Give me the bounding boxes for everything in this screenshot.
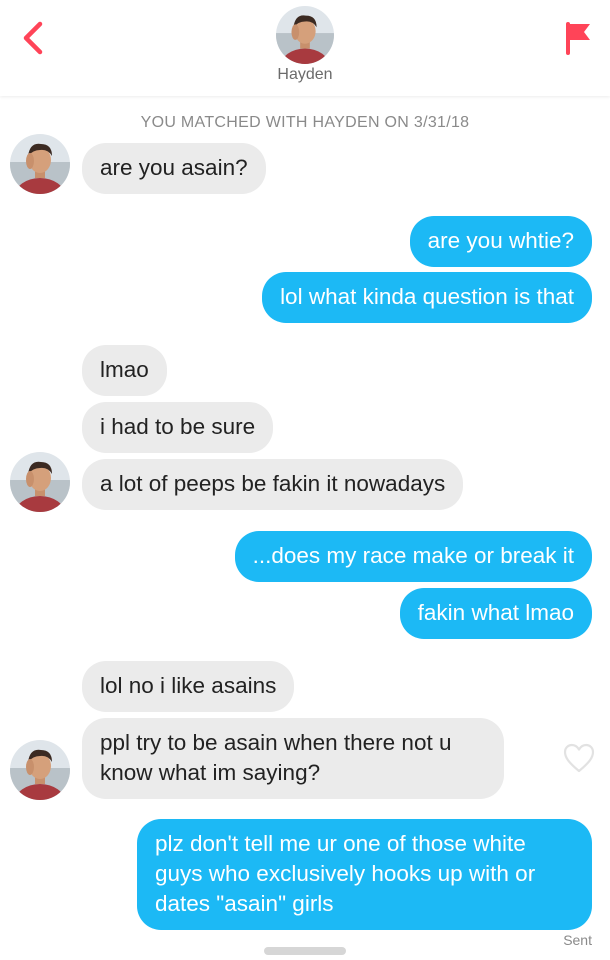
heart-icon [563,743,595,773]
profile-photo [10,452,70,512]
message-outgoing[interactable]: lol what kinda question is that [262,272,592,323]
message-incoming[interactable]: a lot of peeps be fakin it nowadays [82,459,464,510]
match-name[interactable]: Hayden [0,66,610,84]
back-button[interactable] [14,18,54,58]
message-outgoing[interactable]: are you whtie? [409,216,592,267]
profile-photo [10,134,70,194]
message-outgoing[interactable]: ...does my race make or break it [234,531,592,582]
message-incoming[interactable]: i had to be sure [82,402,274,453]
sender-avatar[interactable] [10,134,70,194]
sender-avatar[interactable] [10,740,70,800]
chevron-left-icon [23,21,43,55]
match-date-banner: YOU MATCHED WITH HAYDEN ON 3/31/18 [140,114,470,131]
home-indicator[interactable] [264,947,346,955]
like-message-button[interactable] [562,742,596,774]
report-flag-icon [566,22,590,55]
sender-avatar[interactable] [10,452,70,512]
message-incoming[interactable]: lol no i like asains [82,661,295,712]
message-incoming[interactable]: are you asain? [82,143,266,194]
sent-status: Sent [563,932,592,948]
report-button[interactable] [560,18,596,58]
message-outgoing[interactable]: fakin what lmao [399,588,592,639]
message-incoming[interactable]: lmao [82,345,167,396]
profile-photo [10,740,70,800]
message-outgoing[interactable]: plz don't tell me ur one of those white … [137,819,592,930]
message-incoming[interactable]: ppl try to be asain when there not u kno… [82,718,504,799]
chat-header: Hayden [0,0,610,96]
match-avatar[interactable] [276,6,334,64]
profile-photo [276,6,334,64]
